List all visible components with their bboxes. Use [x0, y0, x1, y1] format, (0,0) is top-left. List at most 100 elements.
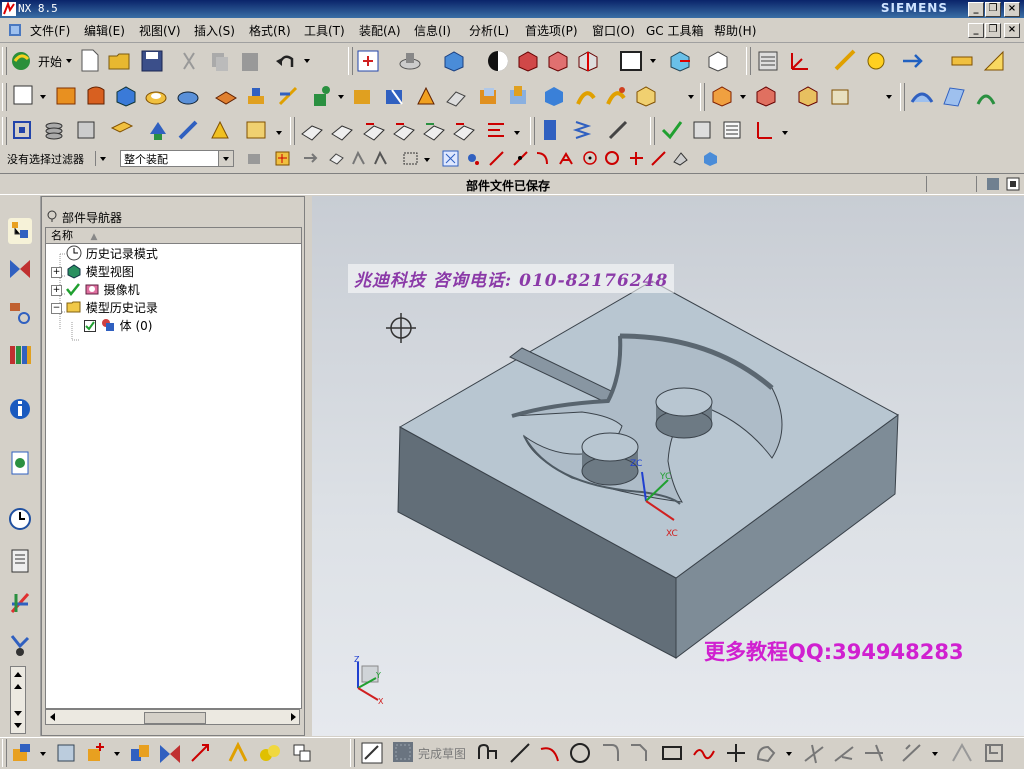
curve-rule-icon[interactable] [372, 150, 389, 167]
display-mode-dropdown-arrow[interactable] [650, 59, 656, 63]
profile-icon[interactable] [476, 741, 500, 765]
snap-on-curve-icon[interactable] [650, 150, 667, 167]
toolbar-grip[interactable] [530, 117, 535, 145]
checkbox-checked-icon[interactable] [84, 320, 96, 332]
delete-face-icon[interactable] [796, 84, 820, 108]
part-family-icon[interactable] [606, 118, 630, 142]
sketch-icon[interactable] [12, 84, 34, 106]
type-filter-combo[interactable]: 没有选择过滤器 [3, 150, 111, 167]
finish-sketch-label[interactable]: 完成草图 [418, 745, 466, 762]
surface-icon[interactable] [910, 84, 934, 108]
tree-node-model-history[interactable]: 模型历史记录 [66, 299, 158, 317]
circle-icon[interactable] [568, 741, 592, 765]
fullscreen-icon[interactable] [986, 177, 1000, 191]
snap-line-icon[interactable] [488, 150, 505, 167]
menu-assembly[interactable]: 装配(A) [359, 22, 401, 39]
menu-view[interactable]: 视图(V) [139, 22, 181, 39]
layer-settings-icon[interactable] [756, 49, 780, 73]
revolve-icon[interactable] [84, 84, 108, 108]
menu-file[interactable]: 文件(F) [30, 22, 70, 39]
rectangle-select-icon[interactable] [402, 150, 419, 167]
save-icon[interactable] [140, 49, 164, 73]
orient-view-icon[interactable] [668, 49, 692, 73]
collapse-toggle[interactable]: − [51, 303, 62, 314]
component-array-icon[interactable] [54, 741, 78, 765]
edit-feature-dropdown-arrow[interactable] [276, 131, 282, 135]
scroll-left-icon[interactable] [49, 713, 57, 721]
offset-face-icon[interactable] [634, 84, 658, 108]
tag-icon[interactable] [110, 118, 134, 142]
part-navigator-tab[interactable] [8, 218, 32, 244]
trim-body-icon[interactable] [542, 84, 566, 108]
snap-bounded-icon[interactable] [702, 150, 719, 167]
geometric-constraint-icon[interactable] [950, 741, 974, 765]
measure-icon[interactable] [834, 49, 858, 73]
doc-restore-button[interactable]: ❐ [985, 23, 1001, 38]
select-gear-icon[interactable] [246, 150, 263, 167]
clip-section-icon[interactable] [576, 49, 600, 73]
snap-center-icon[interactable] [582, 150, 599, 167]
graphics-window[interactable]: ZC YC XC Z Y X 兆迪科技 咨询电话: 010-82176248 更… [312, 196, 1024, 736]
web-browser-tab[interactable] [8, 450, 32, 476]
dimension-icon[interactable] [900, 741, 924, 765]
datum-csys-icon[interactable] [10, 118, 34, 142]
copy-icon[interactable] [208, 49, 232, 73]
select-mode-dropdown-arrow[interactable] [424, 158, 430, 162]
sync-move-face-icon[interactable] [710, 84, 734, 108]
section-cube-icon[interactable] [516, 49, 540, 73]
new-component-dropdown-arrow[interactable] [114, 752, 120, 756]
rectangle-icon[interactable] [660, 741, 684, 765]
new-component-icon[interactable] [84, 741, 108, 765]
display-mode-box-icon[interactable] [620, 51, 642, 71]
menu-preferences[interactable]: 首选项(P) [525, 22, 578, 39]
stack-icon[interactable] [42, 118, 66, 142]
toolbar-grip[interactable] [650, 117, 655, 145]
tree-node-body[interactable]: 体 (0) [84, 317, 152, 335]
edit-param-icon[interactable] [146, 118, 170, 142]
menu-edit[interactable]: 编辑(E) [84, 22, 125, 39]
chamfer-icon[interactable] [476, 84, 500, 108]
navigator-hscrollbar[interactable] [45, 709, 300, 725]
reorder-icon[interactable] [244, 118, 268, 142]
paste-icon[interactable] [238, 49, 262, 73]
expression-icon[interactable] [538, 118, 562, 142]
chamfer-sketch-icon[interactable] [628, 741, 652, 765]
new-file-icon[interactable] [80, 49, 100, 73]
snap-endpoint-icon[interactable] [442, 150, 459, 167]
menu-format[interactable]: 格式(R) [249, 22, 291, 39]
arc-icon[interactable] [538, 741, 562, 765]
curve-dropdown-arrow[interactable] [786, 752, 792, 756]
swept-icon[interactable] [974, 84, 998, 108]
snap-existing-point-icon[interactable] [628, 150, 645, 167]
through-curves-icon[interactable] [942, 84, 966, 108]
restore-button[interactable]: ❐ [985, 2, 1001, 17]
history-tab[interactable] [8, 506, 32, 532]
snap-midpoint-icon[interactable] [512, 150, 529, 167]
snap-curve-icon[interactable] [534, 150, 551, 167]
point-tool-icon[interactable] [864, 49, 888, 73]
sketch-task-icon[interactable] [360, 741, 384, 765]
intersect-icon[interactable] [414, 84, 438, 108]
select-all-icon[interactable] [274, 150, 291, 167]
arrow-select-icon[interactable] [302, 150, 319, 167]
wcs-icon[interactable] [788, 49, 812, 73]
table-stack-icon[interactable] [74, 118, 98, 142]
scroll-right-icon[interactable] [289, 713, 297, 721]
make-corner-icon[interactable] [862, 741, 886, 765]
pattern-icon[interactable] [214, 84, 238, 108]
scope-filter-arrow[interactable] [218, 151, 233, 166]
hole-icon[interactable] [144, 84, 168, 108]
toolbar-grip[interactable] [2, 739, 7, 767]
boss-icon[interactable] [176, 84, 200, 108]
assembly-navigator-tab[interactable] [8, 256, 32, 282]
minimize-button[interactable]: _ [968, 2, 984, 17]
line-icon[interactable] [508, 741, 532, 765]
cut-icon[interactable] [178, 49, 202, 73]
dimension-dropdown-arrow[interactable] [932, 752, 938, 756]
fillet-icon[interactable] [600, 741, 624, 765]
point-icon[interactable] [308, 84, 332, 108]
toolbar-grip[interactable] [2, 117, 7, 145]
scope-filter-combo[interactable]: 整个装配 [120, 150, 234, 167]
datum-plane-icon[interactable] [276, 84, 300, 108]
close-button[interactable]: × [1004, 2, 1020, 17]
